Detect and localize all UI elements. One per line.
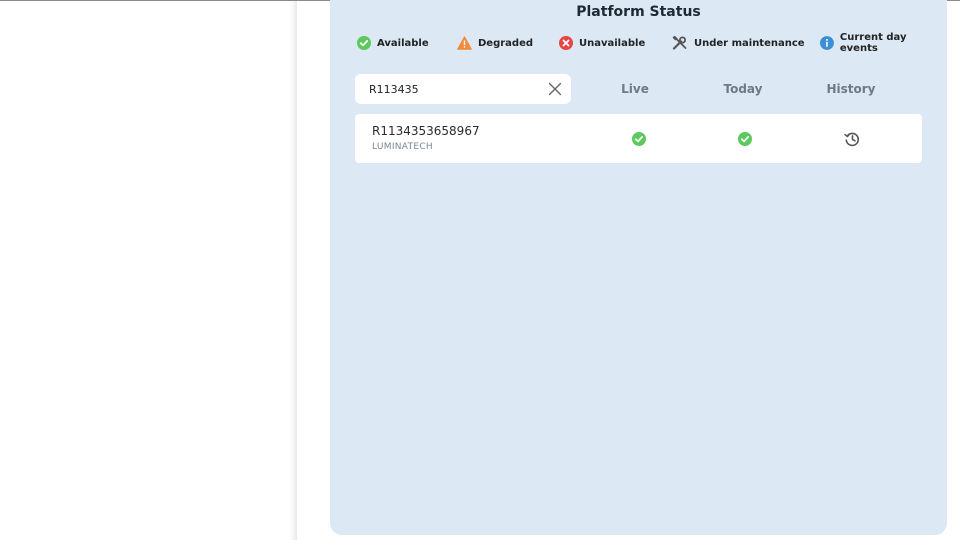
column-header-live: Live bbox=[621, 82, 649, 96]
info-circle-icon bbox=[820, 36, 834, 50]
platform-status-panel: Platform Status Available Degraded Unava… bbox=[330, 0, 947, 535]
check-circle-icon bbox=[738, 132, 752, 146]
search-box bbox=[355, 74, 571, 104]
left-pane bbox=[0, 1, 295, 540]
result-company: LUMINATECH bbox=[372, 142, 433, 152]
pane-divider-shadow bbox=[289, 1, 297, 540]
column-header-today: Today bbox=[723, 82, 763, 96]
legend-maintenance-label: Under maintenance bbox=[694, 37, 805, 49]
legend-available: Available bbox=[357, 35, 429, 51]
warning-triangle-icon bbox=[457, 36, 472, 50]
clear-search-button[interactable] bbox=[547, 81, 563, 97]
legend-available-label: Available bbox=[377, 37, 429, 49]
tools-icon bbox=[672, 36, 687, 50]
legend-maintenance: Under maintenance bbox=[672, 35, 805, 51]
result-row[interactable]: R1134353658967 LUMINATECH bbox=[355, 114, 922, 163]
check-circle-icon bbox=[357, 36, 371, 50]
legend-unavailable: Unavailable bbox=[559, 35, 645, 51]
result-id: R1134353658967 bbox=[372, 124, 480, 138]
history-icon bbox=[844, 132, 860, 147]
search-input[interactable] bbox=[369, 74, 539, 104]
history-button[interactable] bbox=[844, 131, 860, 147]
panel-title: Platform Status bbox=[576, 4, 701, 20]
legend-unavailable-label: Unavailable bbox=[579, 37, 646, 49]
today-status-available bbox=[738, 132, 752, 146]
column-header-history: History bbox=[826, 82, 876, 96]
legend-degraded: Degraded bbox=[457, 35, 533, 51]
x-circle-icon bbox=[559, 36, 573, 50]
close-icon bbox=[548, 82, 562, 96]
legend-events: Current day events bbox=[820, 32, 947, 54]
legend-degraded-label: Degraded bbox=[478, 37, 534, 49]
live-status-available bbox=[632, 132, 646, 146]
check-circle-icon bbox=[632, 132, 646, 146]
legend-events-label: Current day events bbox=[839, 32, 907, 54]
